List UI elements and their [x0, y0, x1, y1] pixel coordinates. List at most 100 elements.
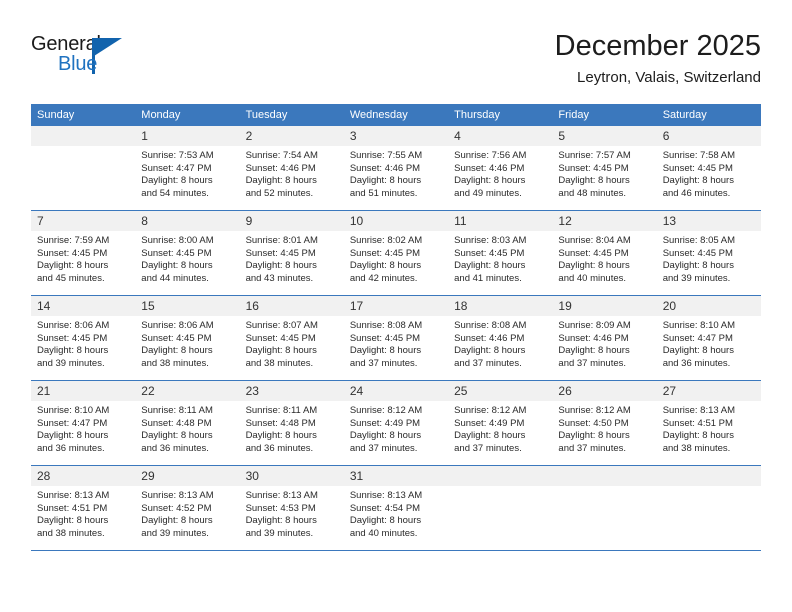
day-sun-info-line: Sunrise: 8:06 AM: [37, 320, 110, 331]
calendar-day-cell[interactable]: 18 Sunrise: 8:08 AM Sunset: 4:46 PM Dayligh…: [448, 295, 553, 381]
calendar-week-row: 14 Sunrise: 8:06 AM Sunset: 4:45 PM Dayligh…: [31, 295, 761, 381]
calendar-day-cell[interactable]: 4 Sunrise: 7:56 AM Sunset: 4:46 PM Daylight…: [448, 126, 553, 211]
calendar-day-cell[interactable]: 27 Sunrise: 8:13 AM Sunset: 4:51 PM Dayligh…: [656, 380, 761, 466]
day-sun-info-line: Sunrise: 7:55 AM: [349, 150, 423, 161]
day-sun-info-line: Sunrise: 8:13 AM: [349, 490, 423, 501]
day-sun-info: Sunrise: 7:53 AM Sunset: 4:47 PM Daylight:…: [135, 146, 239, 200]
day-sun-info-line: Daylight: 8 hours: [454, 430, 526, 442]
day-sun-info: Sunrise: 7:59 AM Sunset: 4:45 PM Daylight:…: [31, 231, 135, 285]
calendar-day-cell-empty: [448, 465, 553, 551]
calendar-day-cell[interactable]: 3 Sunrise: 7:55 AM Sunset: 4:46 PM Daylight…: [343, 126, 449, 211]
calendar-day-cell[interactable]: 13 Sunrise: 8:05 AM Sunset: 4:45 PM Dayligh…: [656, 210, 761, 296]
day-sun-info: Sunrise: 8:06 AM Sunset: 4:45 PM Daylight:…: [135, 316, 239, 370]
calendar-day-cell[interactable]: 10 Sunrise: 8:02 AM Sunset: 4:45 PM Dayligh…: [343, 210, 449, 296]
calendar-day-cell[interactable]: 16 Sunrise: 8:07 AM Sunset: 4:45 PM Dayligh…: [239, 295, 344, 381]
day-sun-info-line: Sunrise: 8:12 AM: [349, 405, 423, 416]
day-sun-info-line: and 42 minutes.: [349, 272, 418, 284]
day-sun-info-line: Daylight: 8 hours: [37, 430, 109, 442]
day-sun-info-line: and 38 minutes.: [141, 357, 209, 369]
day-sun-info: Sunrise: 8:13 AM Sunset: 4:52 PM Daylight:…: [135, 486, 239, 540]
day-sun-info-line: Sunrise: 8:08 AM: [349, 320, 423, 331]
day-sun-info-line: Sunset: 4:51 PM: [37, 502, 108, 514]
day-sun-info: Sunrise: 8:05 AM Sunset: 4:45 PM Daylight:…: [657, 231, 761, 285]
day-sun-info-line: Sunset: 4:45 PM: [37, 247, 108, 259]
day-sun-info-line: Sunrise: 8:12 AM: [454, 405, 527, 416]
calendar-day-cell-empty: [31, 126, 136, 211]
day-number: 12: [552, 211, 657, 231]
calendar-day-cell[interactable]: 8 Sunrise: 8:00 AM Sunset: 4:45 PM Daylight…: [135, 210, 240, 296]
day-sun-info-line: and 40 minutes.: [558, 272, 627, 284]
day-sun-info-line: and 54 minutes.: [141, 187, 209, 199]
day-sun-info-line: and 37 minutes.: [349, 442, 418, 454]
day-sun-info-line: Sunset: 4:53 PM: [245, 502, 316, 514]
day-sun-info: Sunrise: 7:54 AM Sunset: 4:46 PM Daylight:…: [240, 146, 344, 200]
calendar-day-cell[interactable]: 24 Sunrise: 8:12 AM Sunset: 4:49 PM Dayligh…: [343, 380, 449, 466]
calendar-day-cell[interactable]: 7 Sunrise: 7:59 AM Sunset: 4:45 PM Daylight…: [31, 210, 136, 296]
day-number: 28: [31, 466, 136, 486]
day-number: 17: [343, 296, 449, 316]
day-sun-info-line: Sunset: 4:45 PM: [349, 332, 421, 344]
calendar-day-cell[interactable]: 1 Sunrise: 7:53 AM Sunset: 4:47 PM Daylight…: [135, 126, 240, 211]
calendar-day-cell[interactable]: 15 Sunrise: 8:06 AM Sunset: 4:45 PM Dayligh…: [135, 295, 240, 381]
day-sun-info-line: Sunset: 4:45 PM: [558, 162, 629, 174]
calendar-day-cell[interactable]: 5 Sunrise: 7:57 AM Sunset: 4:45 PM Daylight…: [552, 126, 657, 211]
calendar-header-row: Sunday Monday Tuesday Wednesday Thursday Frid…: [31, 104, 761, 126]
day-sun-info-line: Daylight: 8 hours: [662, 260, 734, 272]
day-number: 8: [135, 211, 240, 231]
day-sun-info: Sunrise: 8:04 AM Sunset: 4:45 PM Daylight:…: [552, 231, 656, 285]
day-sun-info-line: Daylight: 8 hours: [454, 345, 526, 357]
calendar-week-row: 1 Sunrise: 7:53 AM Sunset: 4:47 PM Daylight…: [31, 126, 761, 211]
day-number: 24: [343, 381, 449, 401]
day-sun-info-line: and 44 minutes.: [141, 272, 209, 284]
day-sun-info: Sunrise: 8:12 AM Sunset: 4:49 PM Daylight:…: [344, 401, 448, 455]
day-number: [656, 466, 761, 486]
day-sun-info-line: Daylight: 8 hours: [349, 430, 422, 442]
day-number: 15: [135, 296, 240, 316]
day-sun-info-line: Sunset: 4:45 PM: [141, 332, 212, 344]
calendar-day-cell[interactable]: 30 Sunrise: 8:13 AM Sunset: 4:53 PM Dayligh…: [239, 465, 344, 551]
day-sun-info-line: Sunrise: 8:05 AM: [662, 235, 736, 246]
day-sun-info: Sunrise: 8:11 AM Sunset: 4:48 PM Daylight:…: [240, 401, 344, 455]
calendar-day-cell[interactable]: 19 Sunrise: 8:09 AM Sunset: 4:46 PM Dayligh…: [552, 295, 657, 381]
day-sun-info-line: Sunset: 4:49 PM: [454, 417, 525, 429]
calendar-day-cell[interactable]: 9 Sunrise: 8:01 AM Sunset: 4:45 PM Daylight…: [239, 210, 344, 296]
calendar-day-cell[interactable]: 29 Sunrise: 8:13 AM Sunset: 4:52 PM Dayligh…: [135, 465, 240, 551]
calendar-day-cell[interactable]: 11 Sunrise: 8:03 AM Sunset: 4:45 PM Dayligh…: [448, 210, 553, 296]
logo-triangle-icon: [94, 38, 122, 56]
calendar-day-cell[interactable]: 26 Sunrise: 8:12 AM Sunset: 4:50 PM Dayligh…: [552, 380, 657, 466]
day-sun-info-line: Daylight: 8 hours: [662, 175, 734, 187]
day-sun-info-line: Sunrise: 8:11 AM: [245, 405, 318, 416]
day-sun-info-line: and 37 minutes.: [558, 442, 627, 454]
day-number: 4: [448, 126, 553, 146]
day-sun-info-line: Daylight: 8 hours: [245, 175, 317, 187]
calendar-day-cell[interactable]: 2 Sunrise: 7:54 AM Sunset: 4:46 PM Daylight…: [239, 126, 344, 211]
calendar-day-cell[interactable]: 21 Sunrise: 8:10 AM Sunset: 4:47 PM Dayligh…: [31, 380, 136, 466]
calendar-day-cell[interactable]: 25 Sunrise: 8:12 AM Sunset: 4:49 PM Dayligh…: [448, 380, 553, 466]
day-number: 10: [343, 211, 449, 231]
calendar-day-cell[interactable]: 14 Sunrise: 8:06 AM Sunset: 4:45 PM Dayligh…: [31, 295, 136, 381]
calendar-day-cell[interactable]: 31 Sunrise: 8:13 AM Sunset: 4:54 PM Dayligh…: [343, 465, 449, 551]
day-sun-info-line: Daylight: 8 hours: [662, 430, 734, 442]
page-title: December 2025: [554, 30, 761, 62]
day-sun-info-line: Daylight: 8 hours: [245, 515, 317, 527]
calendar-day-cell[interactable]: 20 Sunrise: 8:10 AM Sunset: 4:47 PM Dayligh…: [656, 295, 761, 381]
calendar-day-cell[interactable]: 17 Sunrise: 8:08 AM Sunset: 4:45 PM Dayligh…: [343, 295, 449, 381]
day-sun-info: Sunrise: 8:08 AM Sunset: 4:46 PM Daylight:…: [448, 316, 552, 370]
day-sun-info-line: Sunrise: 8:00 AM: [141, 235, 214, 246]
calendar-day-cell[interactable]: 22 Sunrise: 8:11 AM Sunset: 4:48 PM Dayligh…: [135, 380, 240, 466]
calendar-day-cell[interactable]: 28 Sunrise: 8:13 AM Sunset: 4:51 PM Dayligh…: [31, 465, 136, 551]
calendar-day-cell[interactable]: 12 Sunrise: 8:04 AM Sunset: 4:45 PM Dayligh…: [552, 210, 657, 296]
day-sun-info-line: Sunset: 4:45 PM: [662, 247, 733, 259]
day-sun-info-line: Sunrise: 8:13 AM: [141, 490, 214, 501]
day-number: 18: [448, 296, 553, 316]
day-sun-info-line: Daylight: 8 hours: [37, 345, 109, 357]
day-sun-info-line: Sunset: 4:54 PM: [349, 502, 421, 514]
day-number: [552, 466, 657, 486]
calendar-day-cell[interactable]: 23 Sunrise: 8:11 AM Sunset: 4:48 PM Dayligh…: [239, 380, 344, 466]
day-sun-info-line: Sunset: 4:45 PM: [245, 247, 316, 259]
day-sun-info-line: Sunset: 4:45 PM: [454, 247, 525, 259]
brand-logo[interactable]: General Blue: [31, 28, 151, 84]
day-sun-info-line: Daylight: 8 hours: [37, 260, 109, 272]
calendar-day-cell[interactable]: 6 Sunrise: 7:58 AM Sunset: 4:45 PM Daylight…: [656, 126, 761, 211]
day-number: 2: [239, 126, 344, 146]
